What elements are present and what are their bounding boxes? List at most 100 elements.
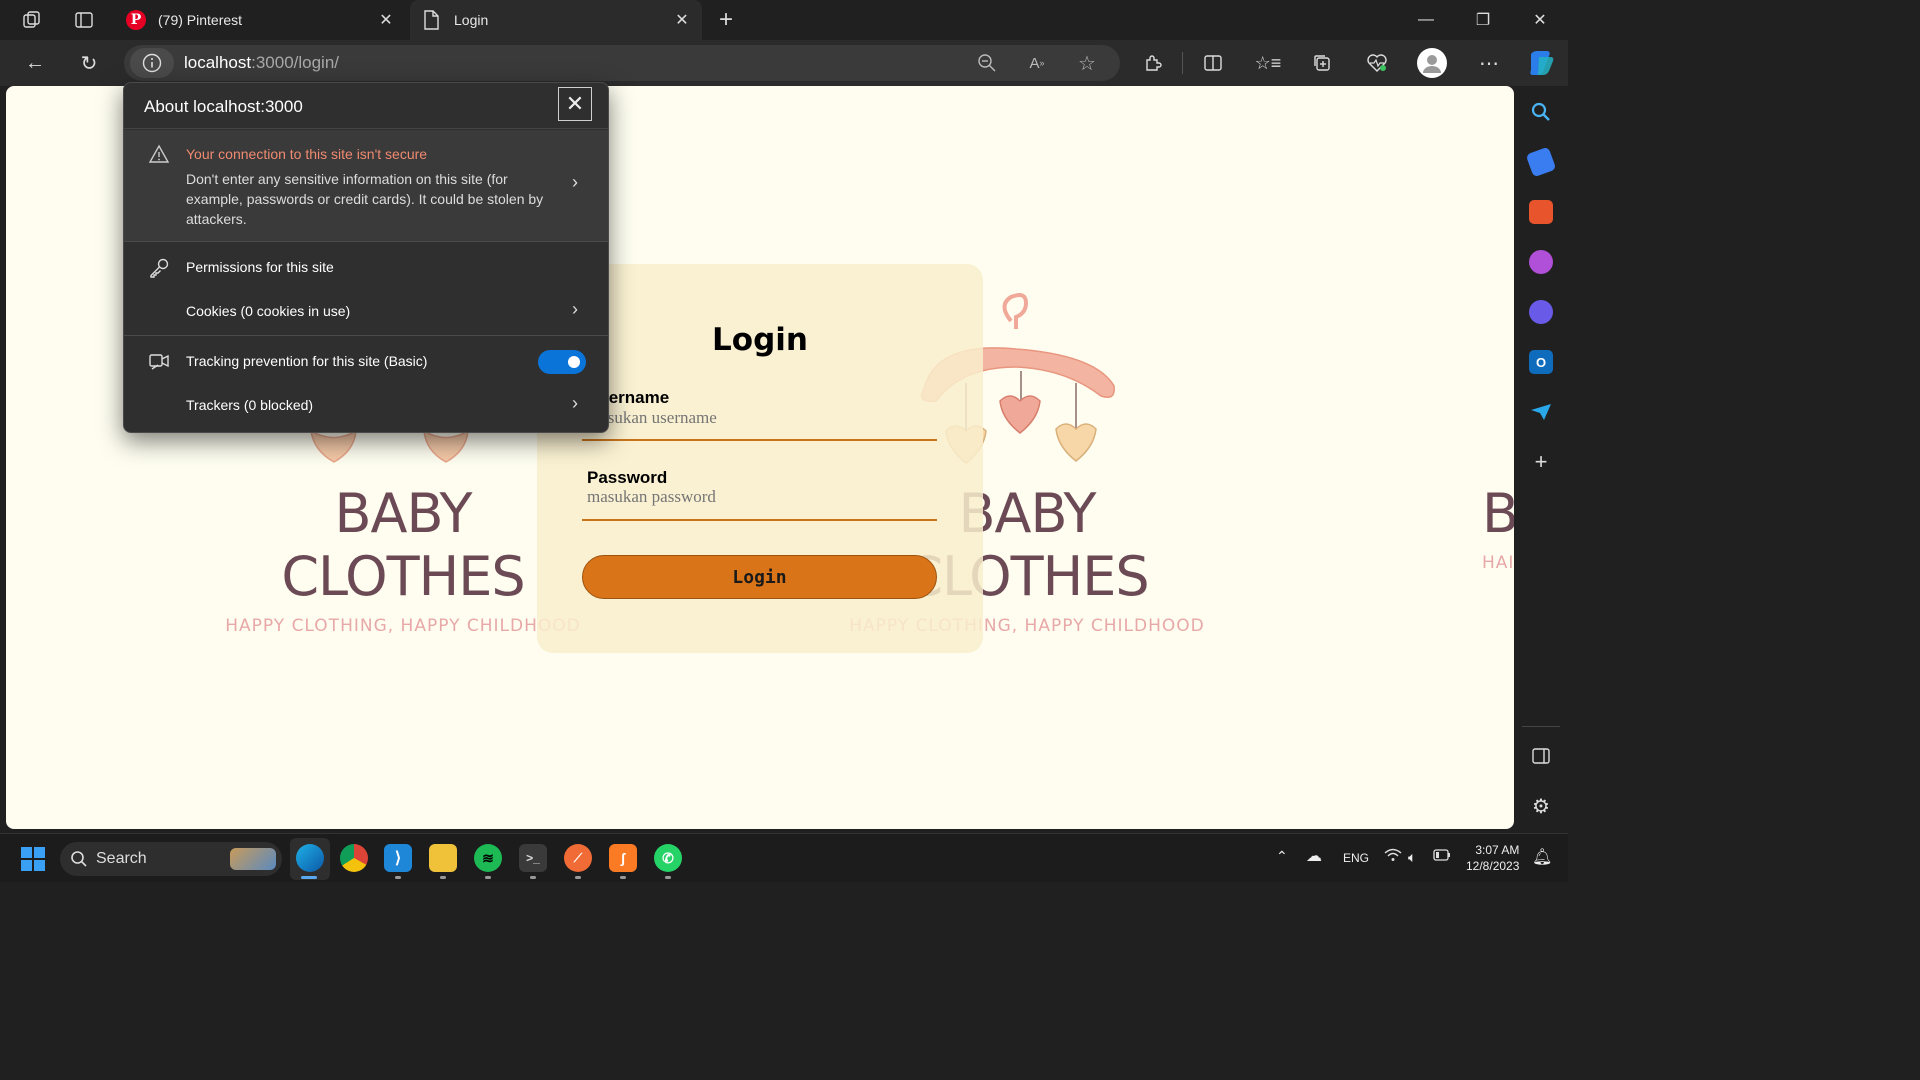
toolbar-divider [1182,52,1183,74]
postman-taskbar-icon[interactable]: ⟋ [564,844,592,872]
restore-icon[interactable]: ❐ [1455,0,1511,40]
connection-warning[interactable]: Your connection to this site isn't secur… [124,130,608,242]
tab-pinterest[interactable]: P (79) Pinterest ✕ [116,0,406,40]
running-indicator [665,876,671,879]
refresh-icon[interactable]: ↻ [74,48,104,78]
whatsapp-taskbar-icon[interactable]: ✆ [654,844,682,872]
warning-title: Your connection to this site isn't secur… [186,146,428,162]
username-underline [582,439,937,441]
spotify-taskbar-icon[interactable]: ≋ [474,844,502,872]
split-screen-icon[interactable] [1198,48,1228,78]
tab-actions-icon[interactable] [72,8,96,32]
warning-icon [148,144,170,163]
trackers-row[interactable]: Trackers (0 blocked) › [124,391,608,421]
chrome-taskbar-icon[interactable] [340,844,368,872]
pinterest-icon: P [126,10,146,30]
running-indicator [395,876,401,879]
back-icon[interactable]: ← [20,48,50,78]
add-sidebar-app-icon[interactable]: + [1529,449,1553,474]
trackers-label: Trackers (0 blocked) [186,397,314,413]
brand-block: BABY CLOTHES HAPPY CLOTHING, HAPPY CHILD… [218,482,588,636]
sidebar-settings-gear-icon[interactable]: ⚙ [1529,794,1553,818]
cookies-row[interactable]: Cookies (0 cookies in use) › [124,297,608,327]
tools-icon[interactable] [1529,200,1553,224]
vscode-taskbar-icon[interactable]: ⟩ [384,844,412,872]
password-label: Password [587,468,668,487]
password-field[interactable] [587,487,937,507]
wifi-icon[interactable] [1384,848,1402,865]
close-window-icon[interactable]: ✕ [1512,0,1568,40]
tab-label: (79) Pinterest [158,12,243,28]
more-options-icon[interactable]: ⋯ [1474,48,1504,78]
workspaces-icon[interactable] [20,8,44,32]
login-button[interactable]: Login [582,555,937,599]
onedrive-cloud-icon[interactable]: ☁ [1306,846,1322,866]
site-info-button[interactable] [130,48,174,78]
read-aloud-icon[interactable]: A» [1026,52,1048,74]
brand-name-partial: B [1482,482,1514,545]
close-tab-icon[interactable]: ✕ [672,10,692,30]
extensions-icon[interactable] [1138,48,1168,78]
taskbar-search[interactable]: Search [60,842,282,876]
new-tab-icon[interactable]: + [714,6,738,33]
minimize-icon[interactable]: — [1398,0,1454,40]
key-icon [150,258,169,278]
favorite-star-icon[interactable]: ☆ [1076,52,1098,75]
active-indicator [301,876,317,879]
tab-login[interactable]: Login ✕ [410,0,702,40]
search-highlight-icon [230,848,276,870]
volume-icon[interactable]: 🔈︎ [1408,849,1416,866]
edge-taskbar-icon[interactable] [296,844,324,872]
popup-header: About localhost:3000 ✕ [124,83,608,129]
warning-body: Don't enter any sensitive information on… [186,171,544,227]
tracking-prevention-icon [149,354,169,370]
browser-essentials-icon[interactable] [1362,48,1392,78]
hide-sidebar-icon[interactable] [1529,744,1553,768]
username-field[interactable] [587,408,937,428]
brand-tagline-partial: HAI [1482,553,1514,573]
notification-bell-icon[interactable]: 🔔︎ [1532,847,1552,867]
edge-sidebar: O + ⚙ [1514,86,1568,833]
search-icon[interactable] [1529,100,1553,124]
outlook-icon[interactable]: O [1529,350,1553,374]
collections-icon[interactable] [1307,48,1337,78]
sidebar-divider [1522,726,1560,727]
zoom-out-icon[interactable] [976,52,998,74]
battery-icon[interactable] [1433,849,1451,864]
games-icon[interactable] [1529,250,1553,274]
close-popup-button[interactable]: ✕ [558,87,592,121]
tracking-label: Tracking prevention for this site (Basic… [186,353,428,369]
popup-divider [124,335,608,336]
shopping-tag-icon[interactable] [1525,146,1557,178]
running-indicator [440,876,446,879]
url-text[interactable]: localhost:3000/login/ [184,53,339,73]
password-underline [582,519,937,521]
address-toolbar: ← ↻ localhost:3000/login/ A» ☆ ☆≡ ⋯ [0,40,1568,86]
clock-date: 12/8/2023 [1466,859,1520,873]
running-indicator [530,876,536,879]
search-icon [71,851,87,867]
clock-time: 3:07 AM [1475,843,1520,857]
permissions-label: Permissions for this site [186,259,334,275]
xampp-taskbar-icon[interactable]: ʃ [609,844,637,872]
microsoft365-icon[interactable] [1529,300,1553,324]
favorites-icon[interactable]: ☆≡ [1253,48,1283,78]
running-indicator [485,876,491,879]
copilot-icon[interactable] [1525,48,1555,78]
show-hidden-icons-chevron-up-icon[interactable]: ⌃ [1276,848,1288,865]
permissions-row: Permissions for this site [124,255,608,281]
tracking-toggle[interactable] [538,350,586,374]
address-bar[interactable]: localhost:3000/login/ A» ☆ [124,45,1120,81]
chevron-right-icon: › [572,393,578,413]
taskbar: Search ⟩ ≋ >_ ⟋ ʃ ✆ ⌃ ☁ ENG 🔈︎ 3:07 AM 1… [0,833,1568,882]
chevron-right-icon: › [572,172,578,192]
drop-icon[interactable] [1529,400,1553,424]
profile-avatar[interactable] [1417,48,1447,78]
file-explorer-taskbar-icon[interactable] [429,844,457,872]
close-tab-icon[interactable]: ✕ [376,10,396,30]
terminal-taskbar-icon[interactable]: >_ [519,844,547,872]
search-label: Search [96,850,147,867]
language-indicator[interactable]: ENG [1343,851,1369,865]
clock[interactable]: 3:07 AM 12/8/2023 [1466,842,1519,874]
start-icon[interactable] [20,846,46,877]
